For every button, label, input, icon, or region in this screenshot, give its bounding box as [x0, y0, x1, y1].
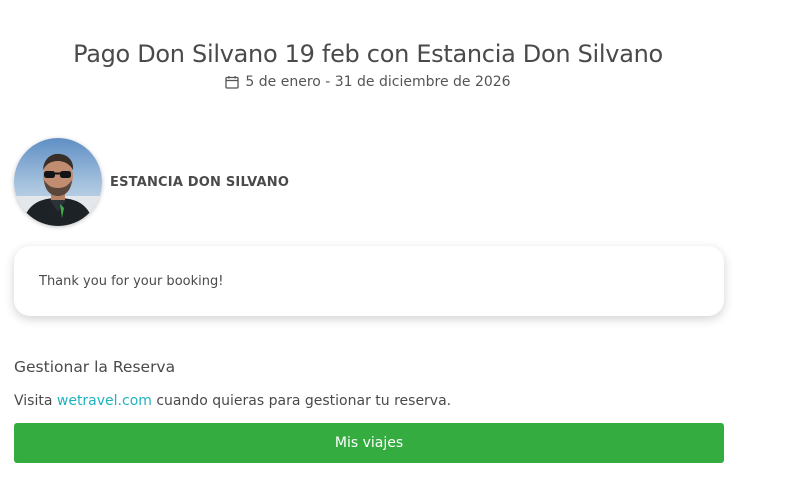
wetravel-link[interactable]: wetravel.com	[57, 393, 152, 409]
trip-title: Pago Don Silvano 19 feb con Estancia Don…	[73, 40, 663, 68]
host-message-text: Thank you for your booking!	[39, 273, 224, 289]
host-message-card: Thank you for your booking!	[14, 246, 724, 316]
calendar-icon	[225, 75, 240, 89]
trip-dates: 5 de enero - 31 de diciembre de 2026	[0, 74, 736, 90]
manage-booking-description: Visita wetravel.com cuando quieras para …	[14, 393, 451, 409]
my-trips-button[interactable]: Mis viajes	[14, 423, 724, 463]
host-info: ESTANCIA DON SILVANO	[14, 138, 289, 226]
trip-dates-text: 5 de enero - 31 de diciembre de 2026	[245, 74, 511, 90]
host-name: ESTANCIA DON SILVANO	[110, 174, 290, 190]
manage-desc-suffix: cuando quieras para gestionar tu reserva…	[151, 393, 452, 409]
manage-booking-heading: Gestionar la Reserva	[14, 358, 176, 376]
host-avatar	[14, 138, 102, 226]
booking-confirmation-page: Pago Don Silvano 19 feb con Estancia Don…	[0, 0, 791, 479]
manage-desc-prefix: Visita	[14, 393, 57, 409]
trip-header: Pago Don Silvano 19 feb con Estancia Don…	[0, 40, 736, 90]
